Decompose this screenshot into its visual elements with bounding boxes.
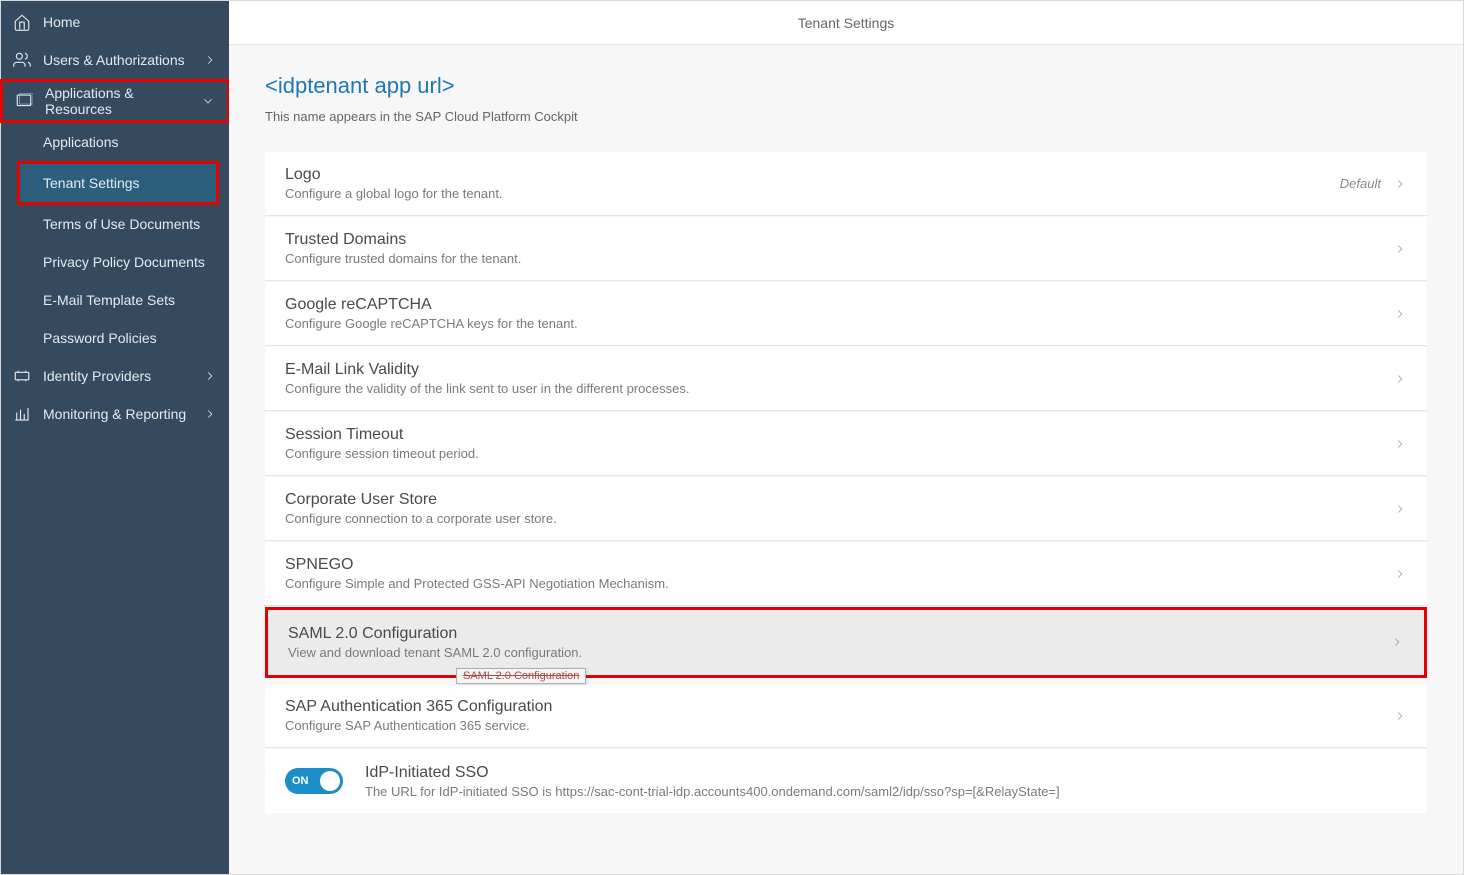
highlight-saml: SAML 2.0 Configuration View and download… xyxy=(265,607,1427,678)
chart-icon xyxy=(13,405,31,423)
nav-monitoring[interactable]: Monitoring & Reporting xyxy=(1,395,229,433)
identity-icon xyxy=(13,367,31,385)
setting-trusted-domains[interactable]: Trusted Domains Configure trusted domain… xyxy=(265,217,1427,281)
nav-monitoring-label: Monitoring & Reporting xyxy=(43,406,203,422)
idp-sso-toggle[interactable]: ON xyxy=(285,768,343,794)
chevron-right-icon xyxy=(1393,567,1407,581)
setting-desc: The URL for IdP-initiated SSO is https:/… xyxy=(365,784,1407,799)
setting-session-timeout[interactable]: Session Timeout Configure session timeou… xyxy=(265,412,1427,476)
chevron-right-icon xyxy=(1393,437,1407,451)
setting-title: SAML 2.0 Configuration xyxy=(288,625,1390,643)
sub-privacy[interactable]: Privacy Policy Documents xyxy=(1,243,229,281)
setting-title: E-Mail Link Validity xyxy=(285,361,1393,379)
sub-applications[interactable]: Applications xyxy=(1,123,229,161)
chevron-right-icon xyxy=(1393,709,1407,723)
settings-list: Logo Configure a global logo for the ten… xyxy=(265,152,1427,813)
home-icon xyxy=(13,13,31,31)
setting-desc: Configure Google reCAPTCHA keys for the … xyxy=(285,316,1393,331)
nav-apps-resources[interactable]: Applications & Resources xyxy=(3,82,227,120)
nav-home[interactable]: Home xyxy=(1,3,229,41)
setting-title: Session Timeout xyxy=(285,426,1393,444)
setting-email-link-validity[interactable]: E-Mail Link Validity Configure the valid… xyxy=(265,347,1427,411)
setting-auth-365[interactable]: SAP Authentication 365 Configuration Con… xyxy=(265,684,1427,748)
setting-desc: Configure trusted domains for the tenant… xyxy=(285,251,1393,266)
setting-logo[interactable]: Logo Configure a global logo for the ten… xyxy=(265,152,1427,216)
sub-tenant-settings[interactable]: Tenant Settings xyxy=(20,164,216,202)
chevron-right-icon xyxy=(203,53,217,67)
nav-users[interactable]: Users & Authorizations xyxy=(1,41,229,79)
setting-corporate-user-store[interactable]: Corporate User Store Configure connectio… xyxy=(265,477,1427,541)
toggle-knob xyxy=(320,771,340,791)
setting-title: IdP-Initiated SSO xyxy=(365,764,1407,782)
setting-title: Corporate User Store xyxy=(285,491,1393,509)
setting-desc: Configure Simple and Protected GSS-API N… xyxy=(285,576,1393,591)
page-title: <idptenant app url> xyxy=(265,73,1427,99)
highlight-apps-resources: Applications & Resources xyxy=(0,79,230,123)
setting-saml-config[interactable]: SAML 2.0 Configuration View and download… xyxy=(268,610,1424,674)
setting-title: Logo xyxy=(285,166,1340,184)
highlight-tenant-settings: Tenant Settings xyxy=(17,161,219,205)
main-content: Tenant Settings <idptenant app url> This… xyxy=(229,1,1463,874)
content-area: <idptenant app url> This name appears in… xyxy=(229,45,1463,874)
sub-email-templates[interactable]: E-Mail Template Sets xyxy=(1,281,229,319)
setting-desc: Configure a global logo for the tenant. xyxy=(285,186,1340,201)
chevron-right-icon xyxy=(1393,242,1407,256)
nav-users-label: Users & Authorizations xyxy=(43,52,203,68)
setting-desc: Configure connection to a corporate user… xyxy=(285,511,1393,526)
chevron-right-icon xyxy=(1390,635,1404,649)
setting-status: Default xyxy=(1340,176,1381,191)
sub-terms[interactable]: Terms of Use Documents xyxy=(1,205,229,243)
setting-title: SPNEGO xyxy=(285,556,1393,574)
toggle-label: ON xyxy=(292,775,309,787)
chevron-right-icon xyxy=(1393,177,1407,191)
apps-icon xyxy=(15,92,33,110)
nav-apps-label: Applications & Resources xyxy=(45,85,201,117)
setting-desc: Configure the validity of the link sent … xyxy=(285,381,1393,396)
saml-tooltip: SAML 2.0 Configuration xyxy=(456,668,586,684)
sidebar: Home Users & Authorizations Applications… xyxy=(1,1,229,874)
chevron-right-icon xyxy=(203,407,217,421)
page-header-title: Tenant Settings xyxy=(798,15,895,31)
setting-title: SAP Authentication 365 Configuration xyxy=(285,698,1393,716)
nav-identity-providers[interactable]: Identity Providers xyxy=(1,357,229,395)
chevron-right-icon xyxy=(1393,372,1407,386)
chevron-right-icon xyxy=(1393,502,1407,516)
setting-title: Google reCAPTCHA xyxy=(285,296,1393,314)
chevron-right-icon xyxy=(203,369,217,383)
setting-title: Trusted Domains xyxy=(285,231,1393,249)
chevron-down-icon xyxy=(201,94,215,108)
users-icon xyxy=(13,51,31,69)
setting-spnego[interactable]: SPNEGO Configure Simple and Protected GS… xyxy=(265,542,1427,606)
chevron-right-icon xyxy=(1393,307,1407,321)
page-header: Tenant Settings xyxy=(229,1,1463,45)
setting-recaptcha[interactable]: Google reCAPTCHA Configure Google reCAPT… xyxy=(265,282,1427,346)
nav-identity-label: Identity Providers xyxy=(43,368,203,384)
setting-desc: View and download tenant SAML 2.0 config… xyxy=(288,645,1390,660)
nav-home-label: Home xyxy=(43,14,217,30)
setting-desc: Configure session timeout period. xyxy=(285,446,1393,461)
setting-idp-sso: ON IdP-Initiated SSO The URL for IdP-ini… xyxy=(265,749,1427,813)
setting-desc: Configure SAP Authentication 365 service… xyxy=(285,718,1393,733)
page-subtitle: This name appears in the SAP Cloud Platf… xyxy=(265,109,1427,124)
sub-password-policies[interactable]: Password Policies xyxy=(1,319,229,357)
